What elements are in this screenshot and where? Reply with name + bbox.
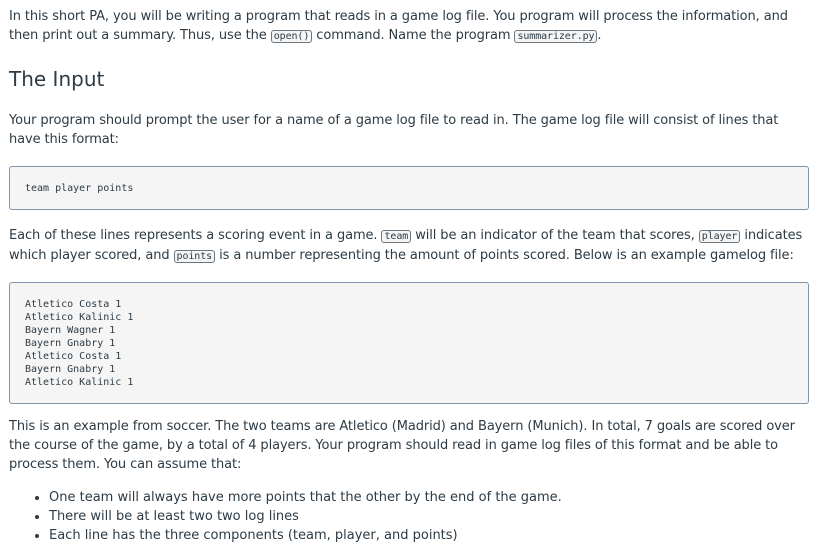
list-item: One team will always have more points th… [49, 488, 809, 507]
code-program-name: summarizer.py [514, 30, 598, 43]
assignment-document: In this short PA, you will be writing a … [9, 7, 809, 545]
example-line: Bayern Gnabry 1 [25, 338, 116, 349]
intro-text-3: . [597, 28, 602, 43]
example-line: Atletico Costa 1 [25, 299, 122, 310]
example-line: Atletico Kalinic 1 [25, 377, 134, 388]
each-text-2: will be an indicator of the team that sc… [411, 228, 699, 243]
example-line: Bayern Wagner 1 [25, 325, 116, 336]
prompt-paragraph: Your program should prompt the user for … [9, 113, 779, 147]
format-line: team player points [25, 183, 134, 194]
assumptions-list: One team will always have more points th… [9, 488, 809, 545]
intro-paragraph: In this short PA, you will be writing a … [9, 7, 809, 45]
each-text-4: is a number representing the amount of p… [215, 248, 794, 263]
line-description-paragraph: Each of these lines represents a scoring… [9, 226, 809, 266]
code-open-command: open() [270, 30, 313, 43]
each-text-1: Each of these lines represents a scoring… [9, 228, 382, 243]
example-line: Atletico Costa 1 [25, 351, 122, 362]
list-item: Each line has the three components (team… [49, 526, 809, 545]
example-line: Atletico Kalinic 1 [25, 312, 134, 323]
list-item: There will be at least two two log lines [49, 507, 809, 526]
code-points: points [173, 250, 216, 263]
example-line: Bayern Gnabry 1 [25, 364, 116, 375]
code-player: player [698, 230, 741, 243]
code-team: team [381, 230, 412, 243]
format-code-block: team player points [9, 166, 809, 210]
example-gamelog-block: Atletico Costa 1 Atletico Kalinic 1 Baye… [9, 282, 809, 404]
intro-text-2: command. Name the program [312, 28, 515, 43]
section-heading-input: The Input [9, 67, 105, 91]
soccer-example-paragraph: This is an example from soccer. The two … [9, 419, 795, 472]
